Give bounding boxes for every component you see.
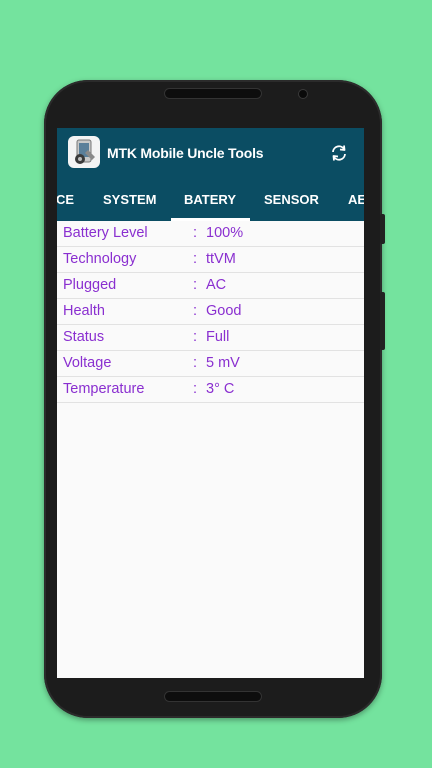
app-bar: MTK Mobile Uncle Tools <box>57 128 364 178</box>
speaker-grille-top <box>165 89 261 98</box>
voltage-value: 5 mV <box>206 355 240 371</box>
plugged-value: AC <box>206 277 227 293</box>
list-item: Plugged : AC <box>57 273 364 299</box>
volume-button <box>380 214 385 244</box>
list-item: Battery Level : 100% <box>57 221 364 247</box>
tab-battery[interactable]: BATERY <box>184 178 236 221</box>
list-item: Status : Full <box>57 325 364 351</box>
separator: : <box>193 251 198 267</box>
separator: : <box>193 381 198 397</box>
list-item: Health : Good <box>57 299 364 325</box>
temperature-value: 3° C <box>206 381 235 397</box>
list-item: Technology : ttVM <box>57 247 364 273</box>
app-title: MTK Mobile Uncle Tools <box>107 145 264 161</box>
app-logo-icon <box>68 136 100 168</box>
battery-info-list: Battery Level : 100% Technology : ttVM P… <box>57 221 364 403</box>
list-item: Temperature : 3° C <box>57 377 364 403</box>
power-button <box>380 292 385 350</box>
temperature-label: Temperature <box>63 381 145 397</box>
technology-label: Technology <box>63 251 137 267</box>
speaker-grille-bottom <box>165 692 261 701</box>
tab-system[interactable]: SYSTEM <box>103 178 156 221</box>
refresh-icon[interactable] <box>329 143 349 163</box>
tab-sensor[interactable]: SENSOR <box>264 178 319 221</box>
plugged-label: Plugged <box>63 277 117 293</box>
voltage-label: Voltage <box>63 355 112 371</box>
separator: : <box>193 277 198 293</box>
tab-bar: CE SYSTEM BATERY SENSOR AE <box>57 178 364 221</box>
separator: : <box>193 329 198 345</box>
phone-frame: MTK Mobile Uncle Tools CE SYSTEM BATERY … <box>44 80 385 718</box>
tab-about[interactable]: AE <box>348 178 364 221</box>
status-label: Status <box>63 329 105 345</box>
battery-level-value: 100% <box>206 225 244 241</box>
health-label: Health <box>63 303 105 319</box>
status-value: Full <box>206 329 230 345</box>
separator: : <box>193 303 198 319</box>
front-camera <box>299 90 307 98</box>
phone-screen: MTK Mobile Uncle Tools CE SYSTEM BATERY … <box>57 128 364 678</box>
list-item: Voltage : 5 mV <box>57 351 364 377</box>
separator: : <box>193 355 198 371</box>
technology-value: ttVM <box>206 251 236 267</box>
health-value: Good <box>206 303 242 319</box>
battery-level-label: Battery Level <box>63 225 148 241</box>
tab-device[interactable]: CE <box>57 178 74 221</box>
separator: : <box>193 225 198 241</box>
